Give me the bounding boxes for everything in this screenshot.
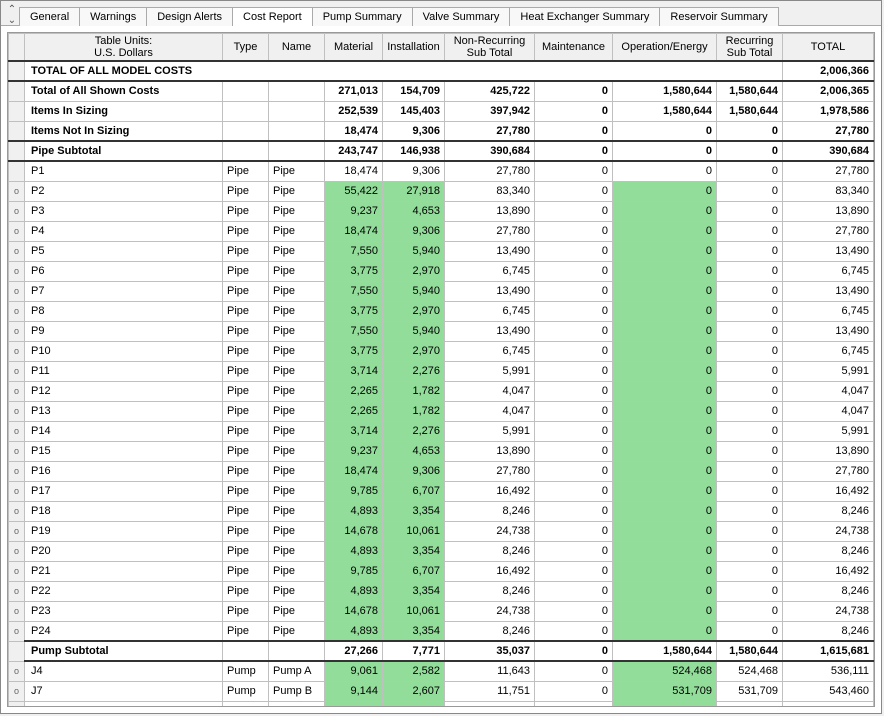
row-summary-2[interactable]: Items Not In Sizing18,4749,30627,7800002… [9, 121, 874, 141]
tab-heat-exchanger-summary[interactable]: Heat Exchanger Summary [509, 7, 660, 26]
tab-design-alerts[interactable]: Design Alerts [146, 7, 233, 26]
row-pump-J10[interactable]: oJ10PumpPump C9,0612,58211,6430524,46852… [9, 701, 874, 707]
tab-reservoir-summary[interactable]: Reservoir Summary [659, 7, 778, 26]
row-pipe-P20[interactable]: oP20PipePipe4,8933,3548,2460008,246 [9, 541, 874, 561]
row-pipe-P24[interactable]: oP24PipePipe4,8933,3548,2460008,246 [9, 621, 874, 641]
row-pipe-P11[interactable]: oP11PipePipe3,7142,2765,9910005,991 [9, 361, 874, 381]
row-pipe-P23[interactable]: oP23PipePipe14,67810,06124,73800024,738 [9, 601, 874, 621]
row-pipe-P2[interactable]: oP2PipePipe55,42227,91883,34000083,340 [9, 181, 874, 201]
tab-warnings[interactable]: Warnings [79, 7, 147, 26]
tab-valve-summary[interactable]: Valve Summary [412, 7, 511, 26]
row-pipe-P22[interactable]: oP22PipePipe4,8933,3548,2460008,246 [9, 581, 874, 601]
row-pipe-P5[interactable]: oP5PipePipe7,5505,94013,49000013,490 [9, 241, 874, 261]
row-pipe-P12[interactable]: oP12PipePipe2,2651,7824,0470004,047 [9, 381, 874, 401]
row-pipe-P17[interactable]: oP17PipePipe9,7856,70716,49200016,492 [9, 481, 874, 501]
tab-general[interactable]: General [19, 7, 80, 26]
row-pipe-P9[interactable]: oP9PipePipe7,5505,94013,49000013,490 [9, 321, 874, 341]
tab-pump-summary[interactable]: Pump Summary [312, 7, 413, 26]
col-material[interactable]: Material [325, 34, 383, 62]
row-total-all[interactable]: TOTAL OF ALL MODEL COSTS2,006,366 [9, 61, 874, 81]
row-summary-1[interactable]: Items In Sizing252,539145,403397,94201,5… [9, 101, 874, 121]
row-pipe-P10[interactable]: oP10PipePipe3,7752,9706,7450006,745 [9, 341, 874, 361]
row-pipe-P18[interactable]: oP18PipePipe4,8933,3548,2460008,246 [9, 501, 874, 521]
row-pipe-P7[interactable]: oP7PipePipe7,5505,94013,49000013,490 [9, 281, 874, 301]
row-pipe-P21[interactable]: oP21PipePipe9,7856,70716,49200016,492 [9, 561, 874, 581]
row-pump-subtotal[interactable]: Pump Subtotal27,2667,77135,03701,580,644… [9, 641, 874, 661]
col-nonrecurring[interactable]: Non-RecurringSub Total [445, 34, 535, 62]
row-pipe-P15[interactable]: oP15PipePipe9,2374,65313,89000013,890 [9, 441, 874, 461]
row-pipe-subtotal[interactable]: Pipe Subtotal243,747146,938390,684000390… [9, 141, 874, 161]
row-pipe-P19[interactable]: oP19PipePipe14,67810,06124,73800024,738 [9, 521, 874, 541]
row-pump-J7[interactable]: oJ7PumpPump B9,1442,60711,7510531,709531… [9, 681, 874, 701]
col-maintenance[interactable]: Maintenance [535, 34, 613, 62]
col-total[interactable]: TOTAL [783, 34, 874, 62]
row-pipe-P14[interactable]: oP14PipePipe3,7142,2765,9910005,991 [9, 421, 874, 441]
row-pipe-P3[interactable]: oP3PipePipe9,2374,65313,89000013,890 [9, 201, 874, 221]
col-recurring[interactable]: RecurringSub Total [717, 34, 783, 62]
row-pipe-P16[interactable]: oP16PipePipe18,4749,30627,78000027,780 [9, 461, 874, 481]
row-pipe-P1[interactable]: P1PipePipe18,4749,30627,78000027,780 [9, 161, 874, 181]
cost-report-grid[interactable]: Table Units:U.S. Dollars Type Name Mater… [7, 32, 875, 707]
row-pump-J4[interactable]: oJ4PumpPump A9,0612,58211,6430524,468524… [9, 661, 874, 681]
tab-cost-report[interactable]: Cost Report [232, 7, 313, 26]
col-type[interactable]: Type [223, 34, 269, 62]
row-pipe-P6[interactable]: oP6PipePipe3,7752,9706,7450006,745 [9, 261, 874, 281]
col-units[interactable]: Table Units:U.S. Dollars [25, 34, 223, 62]
col-installation[interactable]: Installation [383, 34, 445, 62]
row-header-corner [9, 34, 25, 62]
collapse-chevron-icon[interactable]: ⌃⌄ [5, 4, 19, 26]
col-operation[interactable]: Operation/Energy [613, 34, 717, 62]
row-pipe-P4[interactable]: oP4PipePipe18,4749,30627,78000027,780 [9, 221, 874, 241]
col-name[interactable]: Name [269, 34, 325, 62]
row-pipe-P8[interactable]: oP8PipePipe3,7752,9706,7450006,745 [9, 301, 874, 321]
row-pipe-P13[interactable]: oP13PipePipe2,2651,7824,0470004,047 [9, 401, 874, 421]
row-summary-0[interactable]: Total of All Shown Costs271,013154,70942… [9, 81, 874, 101]
